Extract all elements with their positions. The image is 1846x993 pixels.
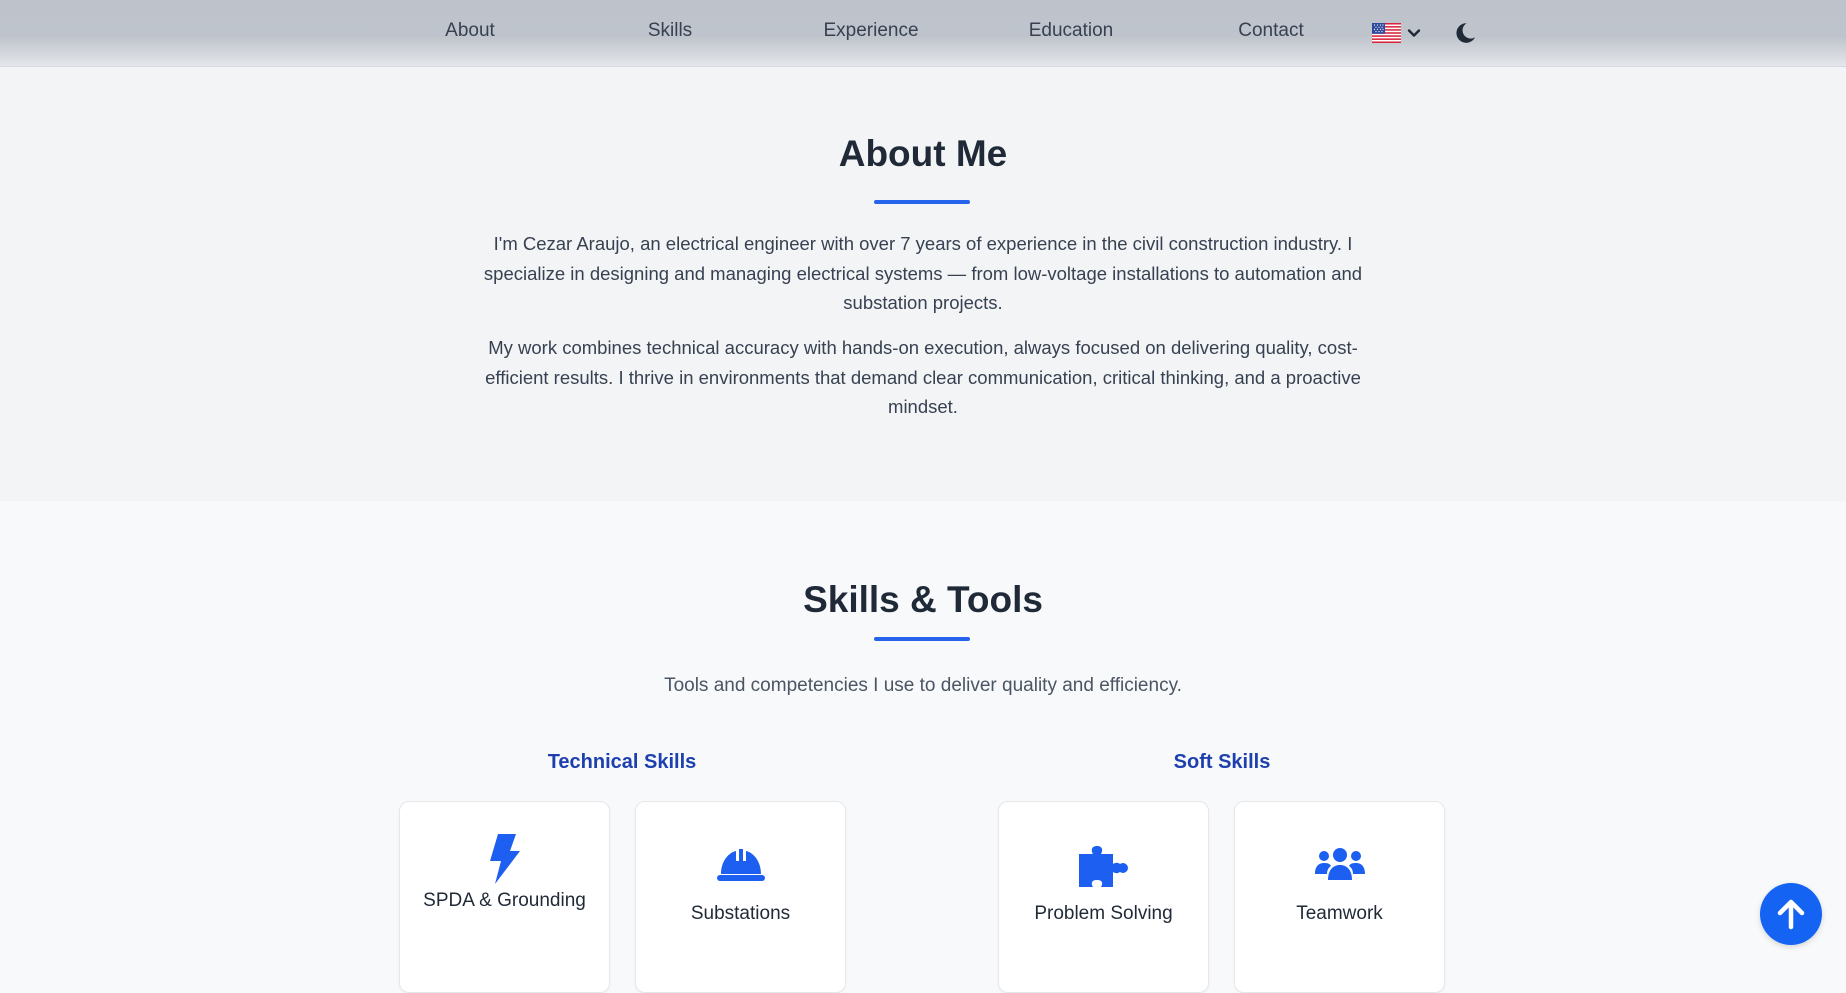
arrow-up-icon [1777, 899, 1805, 930]
theme-toggle-button[interactable] [1452, 20, 1478, 46]
about-title-underline [874, 200, 970, 204]
nav-link-skills[interactable]: Skills [648, 20, 692, 42]
skill-card-teamwork: Teamwork [1234, 801, 1445, 993]
lightning-bolt-icon [400, 834, 609, 889]
skill-card-label: Substations [690, 903, 791, 924]
skill-card-substations: Substations [635, 801, 846, 993]
hard-hat-icon [636, 848, 845, 887]
skills-title: Skills & Tools [803, 579, 1043, 620]
people-group-icon [1235, 848, 1444, 887]
nav-link-contact[interactable]: Contact [1238, 20, 1303, 42]
puzzle-piece-icon [999, 844, 1208, 893]
scroll-to-top-button[interactable] [1760, 883, 1822, 945]
skills-title-underline [874, 637, 970, 641]
about-title: About Me [838, 133, 1008, 174]
about-paragraph-2: My work combines technical accuracy with… [485, 337, 1361, 417]
technical-skills-title: Technical Skills [547, 751, 697, 773]
nav-link-experience[interactable]: Experience [823, 20, 918, 42]
nav-link-about[interactable]: About [445, 20, 495, 42]
chevron-down-icon [1407, 29, 1421, 37]
about-paragraph-1: I'm Cezar Araujo, an electrical engineer… [483, 233, 1363, 313]
skill-card-label: Problem Solving [1034, 903, 1173, 924]
nav-link-education[interactable]: Education [1029, 20, 1114, 42]
skill-card-label: SPDA & Grounding [423, 890, 586, 911]
language-selector[interactable] [1372, 20, 1421, 46]
moon-icon [1456, 23, 1475, 43]
skill-card-label: Teamwork [1296, 903, 1383, 924]
top-navbar: About Skills Experience Education Contac… [0, 0, 1846, 67]
skill-card-spda-grounding: SPDA & Grounding [399, 801, 610, 993]
skills-subtitle: Tools and competencies I use to deliver … [664, 675, 1182, 696]
us-flag-icon [1372, 23, 1401, 43]
skills-section: Skills & Tools Tools and competencies I … [0, 501, 1846, 993]
about-section: About Me I'm Cezar Araujo, an electrical… [0, 67, 1846, 501]
soft-skills-title: Soft Skills [1173, 751, 1271, 773]
skill-card-problem-solving: Problem Solving [998, 801, 1209, 993]
